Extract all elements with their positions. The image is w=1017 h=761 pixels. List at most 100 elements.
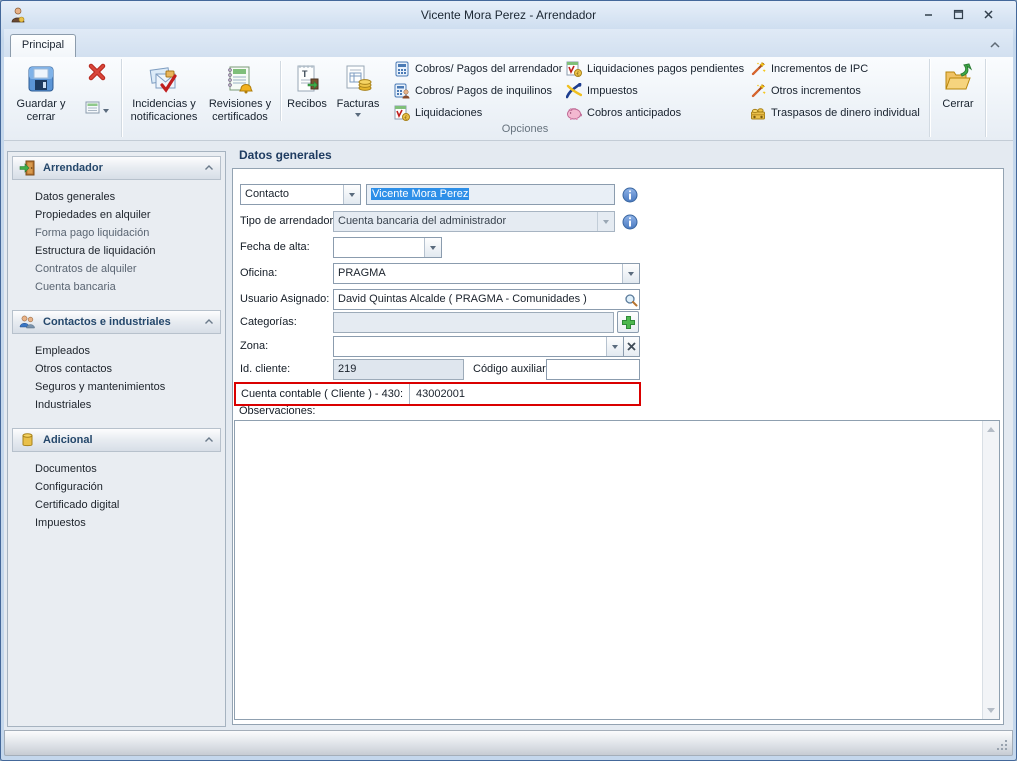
tab-principal[interactable]: Principal: [10, 34, 76, 57]
close-button[interactable]: [980, 9, 996, 22]
svg-text:T: T: [302, 69, 308, 79]
collapse-ribbon-icon[interactable]: [989, 37, 1003, 49]
clear-x-icon: [627, 342, 636, 351]
tax-agency-icon: [565, 82, 583, 99]
delete-button[interactable]: [79, 61, 115, 91]
id-cliente-value: 219: [338, 363, 357, 375]
contacto-selector[interactable]: Contacto: [240, 184, 361, 205]
sidebar-item-empleados[interactable]: Empleados: [8, 342, 225, 360]
cerrar-button[interactable]: Cerrar: [933, 60, 983, 111]
mail-check-icon: [147, 62, 181, 96]
cerrar-label: Cerrar: [942, 98, 974, 110]
categorias-label: Categorías:: [240, 316, 297, 328]
incrementos-ipc-link[interactable]: Incrementos de IPC: [750, 61, 920, 77]
chevron-down-icon: [622, 264, 639, 283]
door-arrow-icon: [19, 160, 36, 176]
fecha-alta-select[interactable]: [333, 237, 442, 258]
observaciones-label: Observaciones:: [239, 405, 316, 417]
cuenta-contable-label: Cuenta contable ( Cliente ) - 430:: [241, 388, 404, 400]
cobros-anticipados-link[interactable]: Cobros anticipados: [566, 105, 744, 121]
sidebar-item-forma-pago-liquidacion[interactable]: Forma pago liquidación: [8, 224, 225, 242]
search-icon[interactable]: [622, 289, 639, 310]
ribbon-group-label: Opciones: [501, 123, 549, 135]
section-title: Adicional: [43, 434, 93, 446]
arrow-up-icon: [987, 427, 995, 432]
sidebar-item-estructura-de-liquidacion[interactable]: Estructura de liquidación: [8, 242, 225, 260]
svg-text:€: €: [576, 71, 579, 77]
add-categoria-button[interactable]: [617, 311, 639, 333]
sidebar-item-industriales[interactable]: Industriales: [8, 396, 225, 414]
chevron-up-icon[interactable]: [204, 431, 214, 449]
dropdown-arrow-icon: [103, 109, 109, 113]
clear-zona-button[interactable]: [624, 336, 640, 357]
sidebar-item-certificado-digital[interactable]: Certificado digital: [8, 496, 225, 514]
sidebar-item-contratos-de-alquiler[interactable]: Contratos de alquiler: [8, 260, 225, 278]
cuenta-contable-input[interactable]: 43002001: [410, 388, 465, 400]
info-icon[interactable]: [621, 211, 638, 232]
magic-wand-icon: [750, 83, 766, 99]
vertical-scrollbar[interactable]: [982, 421, 999, 719]
incidencias-label: Incidencias y notificaciones: [130, 98, 198, 123]
save-close-button[interactable]: Guardar y cerrar: [12, 60, 70, 124]
status-bar: [4, 730, 1013, 756]
cobros-pagos-arrendador-link[interactable]: Cobros/ Pagos del arrendador: [394, 61, 562, 77]
ribbon-links-col2: € Liquidaciones pagos pendientes Impuest…: [565, 61, 744, 127]
resize-grip[interactable]: [996, 739, 1009, 752]
recibos-button[interactable]: T Recibos: [285, 60, 329, 111]
sidebar-item-datos-generales[interactable]: Datos generales: [8, 188, 225, 206]
recibos-label: Recibos: [287, 98, 327, 110]
ribbon: Guardar y cerrar Incidencias y notificac…: [4, 57, 1013, 141]
close-folder-icon: [941, 62, 975, 96]
facturas-button[interactable]: Facturas: [331, 60, 385, 117]
impuestos-link[interactable]: Impuestos: [565, 82, 744, 99]
fecha-alta-label: Fecha de alta:: [240, 241, 310, 253]
sidebar-item-documentos[interactable]: Documentos: [8, 460, 225, 478]
chevron-down-icon: [606, 337, 623, 356]
section-header-contactos[interactable]: Contactos e industriales: [12, 310, 221, 334]
otros-incrementos-link[interactable]: Otros incrementos: [750, 83, 920, 99]
sidebar-item-impuestos[interactable]: Impuestos: [8, 514, 225, 532]
plus-icon: [621, 315, 635, 329]
oficina-select[interactable]: PRAGMA: [333, 263, 640, 284]
calculator-person-icon: [394, 83, 410, 99]
cobros-pagos-inquilinos-link[interactable]: Cobros/ Pagos de inquilinos: [394, 83, 562, 99]
observaciones-textarea[interactable]: [234, 420, 1000, 720]
link-label: Cobros anticipados: [587, 107, 682, 119]
minimize-button[interactable]: [920, 9, 936, 22]
usuario-asignado-input[interactable]: David Quintas Alcalde ( PRAGMA - Comunid…: [333, 289, 640, 310]
ribbon-separator: [929, 59, 930, 137]
section-header-arrendador[interactable]: Arrendador: [12, 156, 221, 180]
contacto-input[interactable]: Vicente Mora Perez: [366, 184, 615, 205]
sidebar-item-seguros-y-mantenimientos[interactable]: Seguros y mantenimientos: [8, 378, 225, 396]
incidencias-button[interactable]: Incidencias y notificaciones: [128, 60, 200, 124]
restore-button[interactable]: [950, 9, 966, 22]
revisiones-button[interactable]: Revisiones y certificados: [202, 60, 278, 124]
revisiones-label: Revisiones y certificados: [208, 98, 272, 123]
liquidaciones-link[interactable]: € Liquidaciones: [394, 105, 562, 121]
page-title: Datos generales: [239, 148, 332, 162]
liquidaciones-pendientes-link[interactable]: € Liquidaciones pagos pendientes: [566, 61, 744, 77]
window-title: Vicente Mora Perez - Arrendador: [420, 8, 597, 22]
sidebar-item-propiedades-en-alquiler[interactable]: Propiedades en alquiler: [8, 206, 225, 224]
ribbon-links-col3: Incrementos de IPC Otros incrementos Tra…: [750, 61, 920, 127]
link-label: Liquidaciones: [415, 107, 483, 119]
scroll-down-button[interactable]: [983, 702, 999, 719]
info-icon[interactable]: [621, 184, 638, 205]
chevron-up-icon[interactable]: [204, 313, 214, 331]
sidebar-section-adicional: Adicional Documentos Configuración Certi…: [8, 428, 225, 532]
zona-select[interactable]: [333, 336, 624, 357]
sidebar-item-cuenta-bancaria[interactable]: Cuenta bancaria: [8, 278, 225, 296]
record-list-button[interactable]: [78, 99, 116, 121]
sidebar-item-configuracion[interactable]: Configuración: [8, 478, 225, 496]
scroll-up-button[interactable]: [983, 421, 999, 438]
sidebar-item-otros-contactos[interactable]: Otros contactos: [8, 360, 225, 378]
codigo-auxiliar-input[interactable]: [546, 359, 640, 380]
notepad-bell-icon: [223, 62, 257, 96]
arrow-down-icon: [987, 708, 995, 713]
contacto-selector-label: Contacto: [245, 188, 290, 200]
chevron-down-icon: [597, 212, 614, 231]
chevron-up-icon[interactable]: [204, 159, 214, 177]
traspasos-dinero-link[interactable]: Traspasos de dinero individual: [750, 105, 920, 121]
title-bar[interactable]: Vicente Mora Perez - Arrendador: [1, 1, 1016, 29]
section-header-adicional[interactable]: Adicional: [12, 428, 221, 452]
